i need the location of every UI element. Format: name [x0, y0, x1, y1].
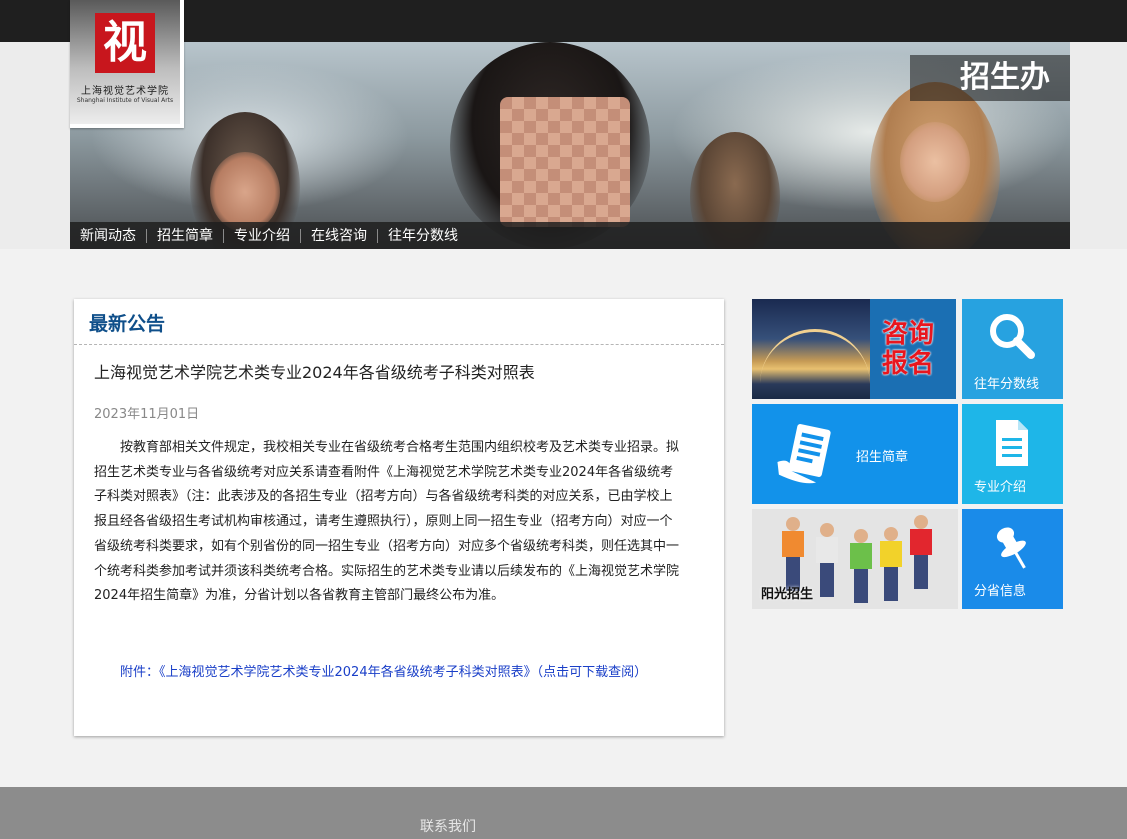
building-photo — [752, 299, 870, 399]
attachment-link[interactable]: 附件：《上海视觉艺术学院艺术类专业2024年各省级统考子科类对照表》（点击可下载… — [120, 661, 647, 680]
sunshine-admissions-label: 阳光招生 — [761, 587, 814, 602]
logo-name-cn: 上海视觉艺术学院 — [81, 86, 169, 97]
banner-face — [210, 152, 280, 232]
banner-pixelated-face — [500, 97, 630, 227]
contact-us-link[interactable]: 联系我们 — [420, 816, 476, 836]
nav-item-scores[interactable]: 往年分数线 — [378, 229, 468, 243]
article-body: 按教育部相关文件规定，我校相关专业在省级统考合格考生范围内组织校考及艺术类专业招… — [94, 440, 680, 604]
nav-item-majors[interactable]: 专业介绍 — [224, 228, 301, 243]
notice-header: 最新公告 — [74, 299, 724, 345]
student-figure — [880, 527, 902, 601]
search-icon — [990, 314, 1035, 359]
majors-label: 专业介绍 — [974, 480, 1027, 495]
logo-seal: 视 — [95, 13, 155, 73]
banner-face — [900, 122, 970, 202]
sunshine-admissions-tile[interactable]: 阳光招生 — [752, 509, 958, 609]
footer: 联系我们 — [0, 787, 1127, 839]
school-logo[interactable]: 视 上海视觉艺术学院 Shanghai Institute of Visual … — [70, 0, 184, 128]
nav-item-brochure[interactable]: 招生简章 — [147, 228, 224, 243]
notice-heading: 最新公告 — [89, 313, 166, 335]
brochure-label: 招生简章 — [856, 450, 909, 465]
student-figure — [816, 523, 838, 597]
past-scores-label: 往年分数线 — [974, 377, 1040, 392]
document-scroll-icon — [777, 424, 831, 484]
building-arch — [760, 329, 870, 392]
student-figure — [782, 517, 804, 591]
majors-tile[interactable]: 专业介绍 — [962, 404, 1063, 504]
student-figure — [850, 529, 872, 603]
nav-item-news[interactable]: 新闻动态 — [70, 228, 147, 243]
notice-panel: 最新公告 上海视觉艺术学院艺术类专业2024年各省级统考子科类对照表 2023年… — [74, 299, 724, 736]
logo-background: 视 上海视觉艺术学院 Shanghai Institute of Visual … — [70, 0, 180, 124]
province-info-label: 分省信息 — [974, 584, 1027, 599]
article-title: 上海视觉艺术学院艺术类专业2024年各省级统考子科类对照表 — [94, 363, 535, 382]
document-icon — [996, 420, 1028, 466]
consult-signup-label: 咨询报名 — [882, 319, 935, 379]
consult-signup-tile[interactable]: 咨询报名 — [752, 299, 956, 399]
province-info-tile[interactable]: 分省信息 — [962, 509, 1063, 609]
nav-item-consult[interactable]: 在线咨询 — [301, 228, 378, 243]
past-scores-tile[interactable]: 往年分数线 — [962, 299, 1063, 399]
admissions-office-tag: 招生办 — [910, 55, 1070, 101]
pushpin-icon — [996, 527, 1026, 569]
article-date: 2023年11月01日 — [94, 407, 200, 422]
main-nav: 新闻动态 招生简章 专业介绍 在线咨询 往年分数线 — [70, 222, 1070, 249]
student-figure — [910, 515, 932, 589]
brochure-tile[interactable]: 招生简章 — [752, 404, 958, 504]
logo-name-en: Shanghai Institute of Visual Arts — [76, 97, 174, 104]
admissions-office-label: 招生办 — [960, 60, 1050, 95]
